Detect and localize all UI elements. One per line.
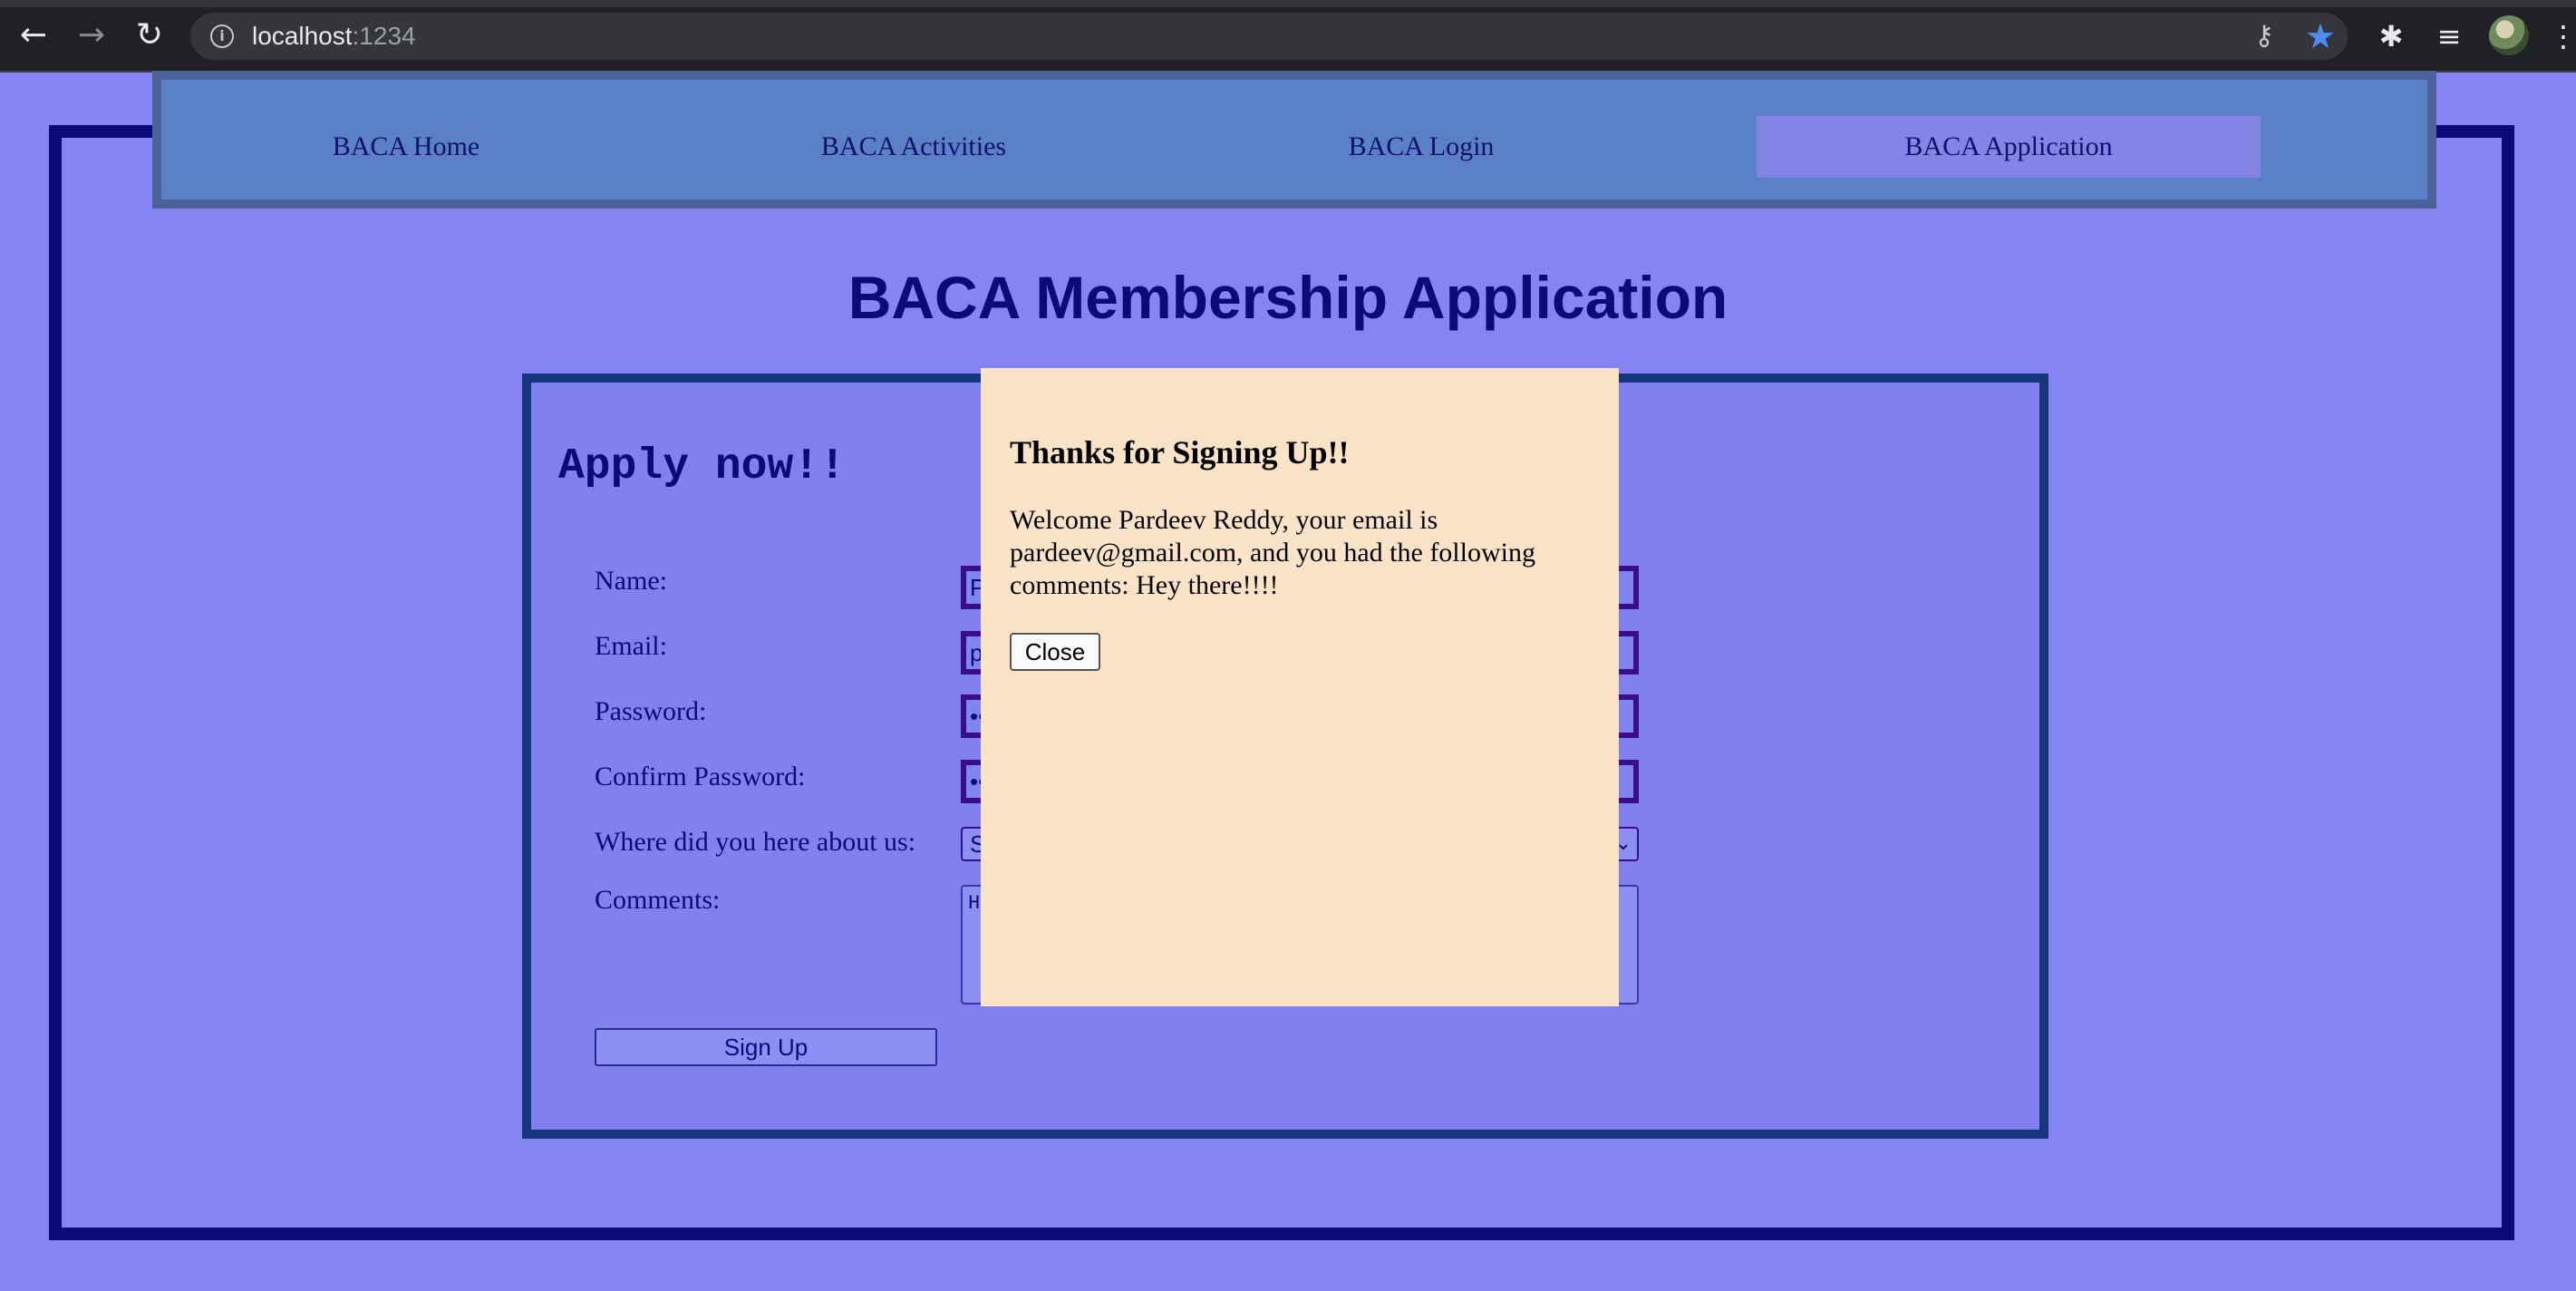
extensions-icon[interactable]: ✱ [2371, 16, 2411, 56]
tab-strip [0, 0, 2576, 7]
site-info-icon[interactable]: i [210, 24, 234, 48]
modal-title: Thanks for Signing Up!! [1010, 434, 1350, 471]
browser-menu-icon[interactable]: ⋮ [2549, 16, 2576, 56]
signup-button[interactable]: Sign Up [595, 1028, 937, 1066]
url-text[interactable]: localhost:1234 [252, 13, 416, 60]
signup-confirmation-modal: Thanks for Signing Up!! Welcome Pardeev … [981, 368, 1619, 1006]
nav-link-application[interactable]: BACA Application [1757, 116, 2261, 178]
browser-toolbar: ← → ↻ i localhost:1234 ⚷ ★ ✱ ≡ ⋮ [0, 0, 2576, 73]
site-navbar: BACA Home BACA Activities BACA Login BAC… [152, 71, 2436, 209]
url-port: :1234 [352, 22, 416, 50]
forward-icon[interactable]: → [71, 15, 112, 56]
form-heading: Apply now!! [558, 442, 846, 491]
url-host: localhost [252, 22, 353, 50]
profile-avatar[interactable] [2489, 15, 2529, 55]
password-key-icon[interactable]: ⚷ [2248, 20, 2281, 53]
confirm-password-label: Confirm Password: [595, 762, 806, 791]
password-label: Password: [595, 696, 707, 726]
modal-message: Welcome Pardeev Reddy, your email is par… [1010, 505, 1535, 600]
nav-link-login[interactable]: BACA Login [1276, 116, 1566, 178]
source-label: Where did you here about us: [595, 827, 916, 857]
name-label: Name: [595, 566, 667, 596]
comments-label: Comments: [595, 885, 721, 915]
close-button[interactable]: Close [1010, 633, 1100, 671]
nav-link-home[interactable]: BACA Home [270, 116, 542, 178]
bookmark-star-icon[interactable]: ★ [2302, 18, 2339, 54]
nav-link-activities[interactable]: BACA Activities [741, 116, 1086, 178]
page-title: BACA Membership Application [847, 264, 1729, 331]
email-label: Email: [595, 631, 667, 661]
reload-icon[interactable]: ↻ [129, 15, 170, 56]
media-control-icon[interactable]: ≡ [2429, 16, 2469, 56]
back-icon[interactable]: ← [13, 15, 54, 56]
address-bar[interactable]: i localhost:1234 ⚷ ★ [190, 13, 2348, 60]
